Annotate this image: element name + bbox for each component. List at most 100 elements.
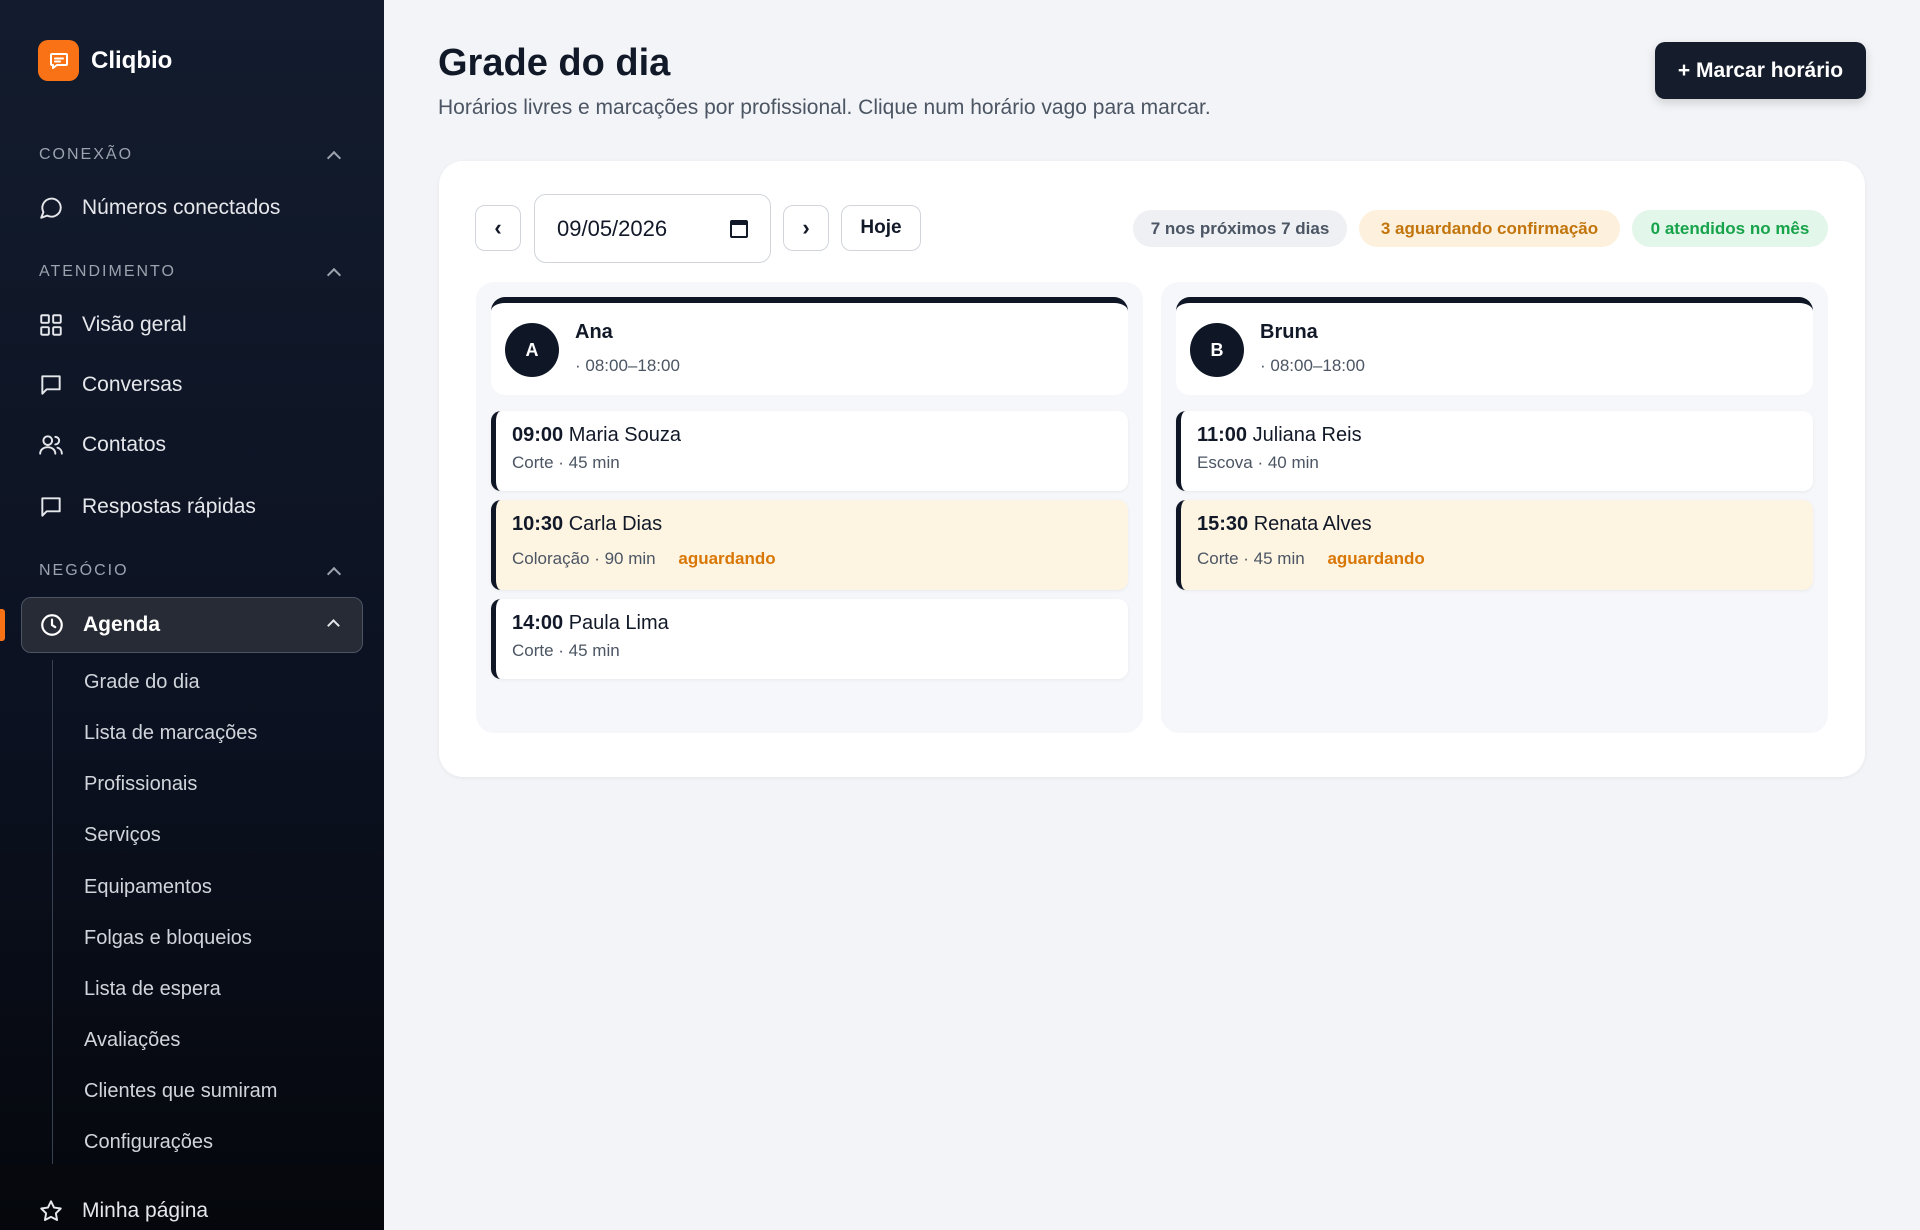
appointment-time: 09:00	[512, 424, 564, 446]
submenu-item-lista-espera[interactable]: Lista de espera	[84, 978, 221, 1001]
section-label: CONEXÃO	[39, 146, 134, 163]
brand-name: Cliqbio	[91, 46, 173, 74]
appointment-client: Paula Lima	[568, 612, 669, 634]
page-title: Grade do dia	[438, 42, 671, 84]
appointment-title: 09:00 Maria Souza	[512, 424, 681, 447]
professional-header: B Bruna · 08:00–18:00	[1176, 297, 1813, 395]
date-value: 09/05/2026	[557, 215, 668, 241]
chevron-up-icon	[326, 150, 342, 165]
submenu-item-configuracoes[interactable]: Configurações	[84, 1131, 213, 1154]
sidebar-item-label: Contatos	[82, 433, 167, 456]
submenu-item-profissionais[interactable]: Profissionais	[84, 773, 197, 796]
active-indicator	[0, 609, 5, 641]
page-subtitle: Horários livres e marcações por profissi…	[438, 96, 1211, 119]
users-icon	[39, 435, 63, 455]
message-square-icon	[41, 497, 61, 517]
clock-icon	[41, 614, 63, 636]
sidebar: Cliqbio CONEXÃO Números conectados ATEND…	[0, 0, 384, 1230]
professional-hours: · 08:00–18:00	[575, 356, 680, 375]
sidebar-item-visao-geral[interactable]: Visão geral	[38, 305, 187, 345]
avatar: A	[505, 323, 559, 377]
professional-column: B Bruna · 08:00–18:00 11:00 Juliana Reis…	[1161, 282, 1828, 733]
sidebar-item-minha-pagina[interactable]: Minha página	[38, 1191, 208, 1230]
appointment-time: 11:00	[1197, 424, 1248, 446]
appointment-meta: Escova · 40 min	[1197, 453, 1319, 473]
appointment-title: 10:30 Carla Dias	[512, 513, 662, 536]
appointment-title: 14:00 Paula Lima	[512, 612, 669, 635]
brand[interactable]: Cliqbio	[38, 40, 172, 81]
sidebar-item-contatos[interactable]: Contatos	[38, 425, 166, 465]
sidebar-item-label: Respostas rápidas	[82, 495, 256, 518]
appointment-status: aguardando	[1327, 549, 1425, 568]
date-input[interactable]: 09/05/2026	[534, 194, 771, 263]
star-icon	[40, 1200, 62, 1221]
submenu-item-avaliacoes[interactable]: Avaliações	[84, 1029, 180, 1052]
professional-hours: · 08:00–18:00	[1260, 356, 1365, 375]
stat-attended-badge: 0 atendidos no mês	[1632, 210, 1828, 247]
appointment-card[interactable]: 15:30 Renata Alves Corte · 45 min aguard…	[1176, 500, 1813, 590]
professional-name: Bruna	[1260, 321, 1318, 343]
stat-next7-badge: 7 nos próximos 7 dias	[1133, 210, 1347, 247]
professional-column: A Ana · 08:00–18:00 09:00 Maria Souza Co…	[476, 282, 1143, 733]
professional-name: Ana	[575, 321, 613, 343]
sidebar-item-conversas[interactable]: Conversas	[38, 365, 182, 405]
appointment-client: Renata Alves	[1253, 513, 1372, 535]
sidebar-item-label: Visão geral	[82, 313, 187, 336]
chat-logo-icon	[38, 40, 79, 81]
chevron-up-icon	[326, 267, 342, 282]
sidebar-item-label: Conversas	[82, 373, 183, 396]
appointment-title: 15:30 Renata Alves	[1197, 513, 1372, 536]
sidebar-item-label: Minha página	[82, 1199, 209, 1222]
appointment-meta: Corte · 45 min aguardando	[1197, 549, 1425, 569]
sidebar-item-numeros[interactable]: Números conectados	[38, 188, 280, 228]
chevron-up-icon	[327, 619, 340, 632]
avatar: B	[1190, 323, 1244, 377]
appointment-client: Maria Souza	[568, 424, 681, 446]
appointment-client: Carla Dias	[568, 513, 663, 535]
sidebar-item-label: Agenda	[83, 613, 161, 636]
appointment-card[interactable]: 14:00 Paula Lima Corte · 45 min	[491, 599, 1128, 679]
appointment-time: 14:00	[512, 612, 564, 634]
appointment-status: aguardando	[678, 549, 776, 568]
submenu-item-lista-marcacoes[interactable]: Lista de marcações	[84, 722, 257, 745]
professional-header: A Ana · 08:00–18:00	[491, 297, 1128, 395]
appointment-time: 15:30	[1197, 513, 1249, 535]
submenu-item-clientes-sumiram[interactable]: Clientes que sumiram	[84, 1080, 277, 1103]
submenu-item-grade-do-dia[interactable]: Grade do dia	[84, 671, 200, 694]
new-booking-button[interactable]: + Marcar horário	[1655, 42, 1866, 99]
section-label: ATENDIMENTO	[39, 263, 176, 280]
appointment-service: Corte · 45 min	[1197, 549, 1305, 568]
chevron-up-icon	[326, 566, 342, 581]
sidebar-item-respostas-rapidas[interactable]: Respostas rápidas	[38, 487, 256, 527]
stat-pending-badge: 3 aguardando confirmação	[1359, 210, 1620, 247]
next-day-button[interactable]: ›	[783, 205, 829, 251]
prev-day-button[interactable]: ‹	[475, 205, 521, 251]
sidebar-item-agenda[interactable]: Agenda	[21, 597, 363, 653]
appointment-meta: Corte · 45 min	[512, 641, 620, 661]
appointment-card[interactable]: 11:00 Juliana Reis Escova · 40 min	[1176, 411, 1813, 491]
appointment-meta: Corte · 45 min	[512, 453, 620, 473]
submenu-item-folgas[interactable]: Folgas e bloqueios	[84, 927, 252, 950]
appointment-client: Juliana Reis	[1252, 424, 1362, 446]
appointment-service: Corte · 45 min	[512, 453, 620, 472]
appointment-card[interactable]: 09:00 Maria Souza Corte · 45 min	[491, 411, 1128, 491]
submenu-line	[52, 660, 53, 1164]
section-label: NEGÓCIO	[39, 562, 129, 579]
appointment-service: Corte · 45 min	[512, 641, 620, 660]
sidebar-item-label: Números conectados	[82, 196, 281, 219]
message-circle-icon	[40, 197, 62, 219]
appointment-title: 11:00 Juliana Reis	[1197, 424, 1362, 447]
calendar-icon[interactable]	[730, 220, 748, 238]
appointment-meta: Coloração · 90 min aguardando	[512, 549, 776, 569]
appointment-time: 10:30	[512, 513, 564, 535]
section-atendimento[interactable]: ATENDIMENTO	[39, 263, 345, 282]
section-negocio[interactable]: NEGÓCIO	[39, 562, 345, 581]
appointment-card[interactable]: 10:30 Carla Dias Coloração · 90 min agua…	[491, 500, 1128, 590]
appointment-service: Escova · 40 min	[1197, 453, 1319, 472]
grid-icon	[40, 314, 62, 336]
today-button[interactable]: Hoje	[841, 205, 921, 251]
section-conexao[interactable]: CONEXÃO	[39, 146, 345, 165]
message-square-icon	[41, 375, 61, 395]
submenu-item-equipamentos[interactable]: Equipamentos	[84, 876, 212, 899]
submenu-item-servicos[interactable]: Serviços	[84, 824, 161, 847]
